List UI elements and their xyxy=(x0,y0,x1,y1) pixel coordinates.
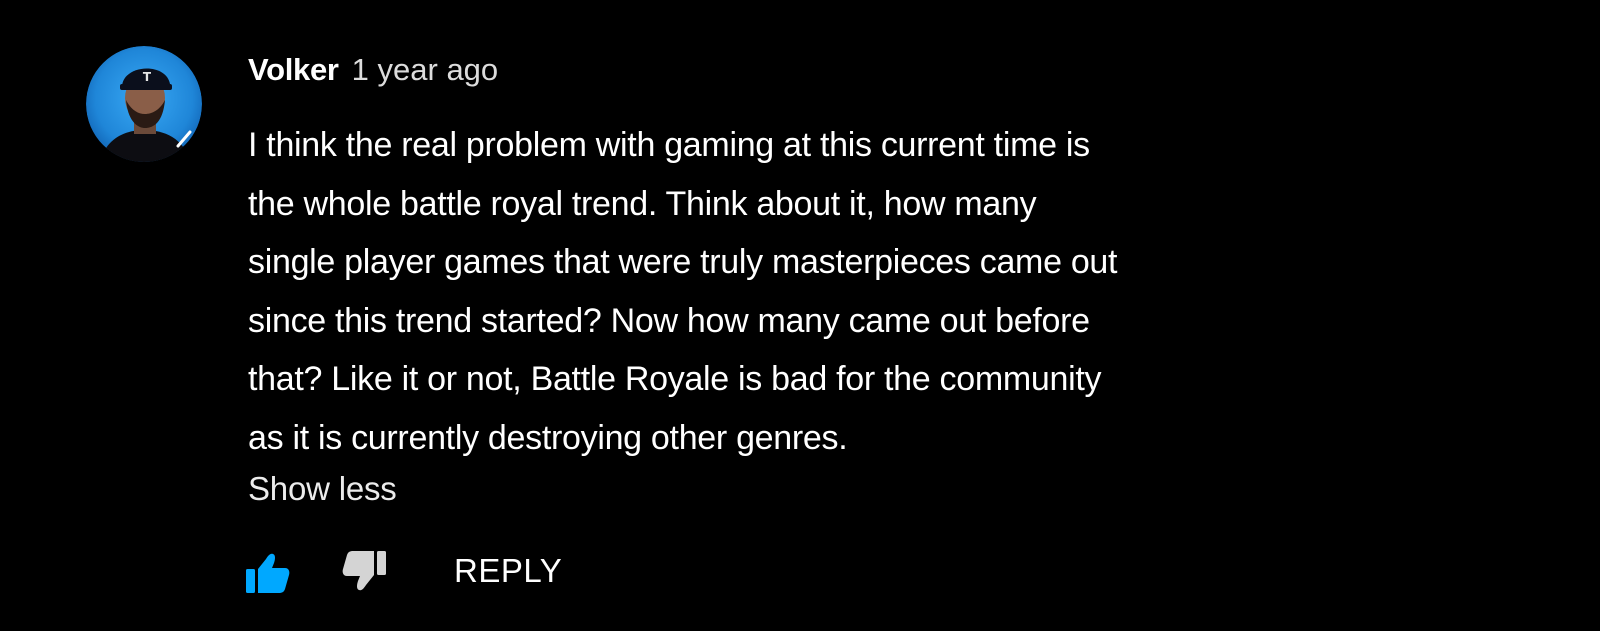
author-name[interactable]: Volker xyxy=(248,52,339,88)
comment-thread: T Volker 1 year ago I think the real pro… xyxy=(0,0,1600,631)
comment-text-line: I think the real problem with gaming at … xyxy=(248,126,1090,164)
comment-text-line: as it is currently destroying other genr… xyxy=(248,418,848,457)
comment-text-line: that? Like it or not, Battle Royale is b… xyxy=(248,360,1102,398)
comment-text-line: the whole battle royal trend. Think abou… xyxy=(248,184,1037,223)
thumbs-down-icon xyxy=(342,551,386,591)
comment-timestamp[interactable]: 1 year ago xyxy=(352,52,499,88)
dislike-button[interactable] xyxy=(340,549,388,593)
comment-text: I think the real problem with gaming at … xyxy=(248,116,1348,467)
thumbs-up-icon xyxy=(246,553,290,593)
comment-text-line: since this trend started? Now how many c… xyxy=(248,301,1090,340)
comment-actions: REPLY xyxy=(244,545,644,599)
comment-header: Volker 1 year ago xyxy=(248,52,498,100)
reply-button[interactable]: REPLY xyxy=(454,552,562,590)
avatar[interactable]: T xyxy=(86,46,202,162)
like-button[interactable] xyxy=(244,551,292,595)
show-less-button[interactable]: Show less xyxy=(248,470,397,508)
comment-text-line: single player games that were truly mast… xyxy=(248,243,1118,281)
avatar-image: T xyxy=(86,46,202,162)
svg-text:T: T xyxy=(143,70,152,84)
